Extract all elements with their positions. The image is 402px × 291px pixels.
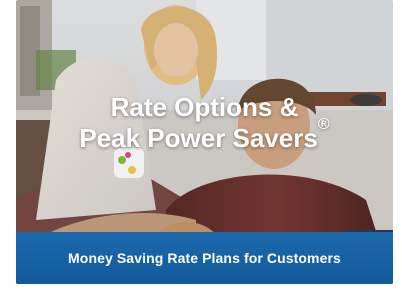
hero-title-line2: Peak Power Savers® [16, 117, 393, 154]
banner-label: Money Saving Rate Plans for Customers [68, 250, 341, 266]
hero-title-line1: Rate Options & [110, 92, 299, 122]
registered-mark: ® [317, 116, 330, 133]
hero-title-line2-text: Peak Power Savers [79, 123, 318, 153]
rate-plans-banner-link[interactable]: Money Saving Rate Plans for Customers [16, 232, 393, 284]
rate-options-card[interactable]: Rate Options & Peak Power Savers® Money … [16, 0, 393, 284]
hero-title: Rate Options & Peak Power Savers® [16, 92, 393, 154]
